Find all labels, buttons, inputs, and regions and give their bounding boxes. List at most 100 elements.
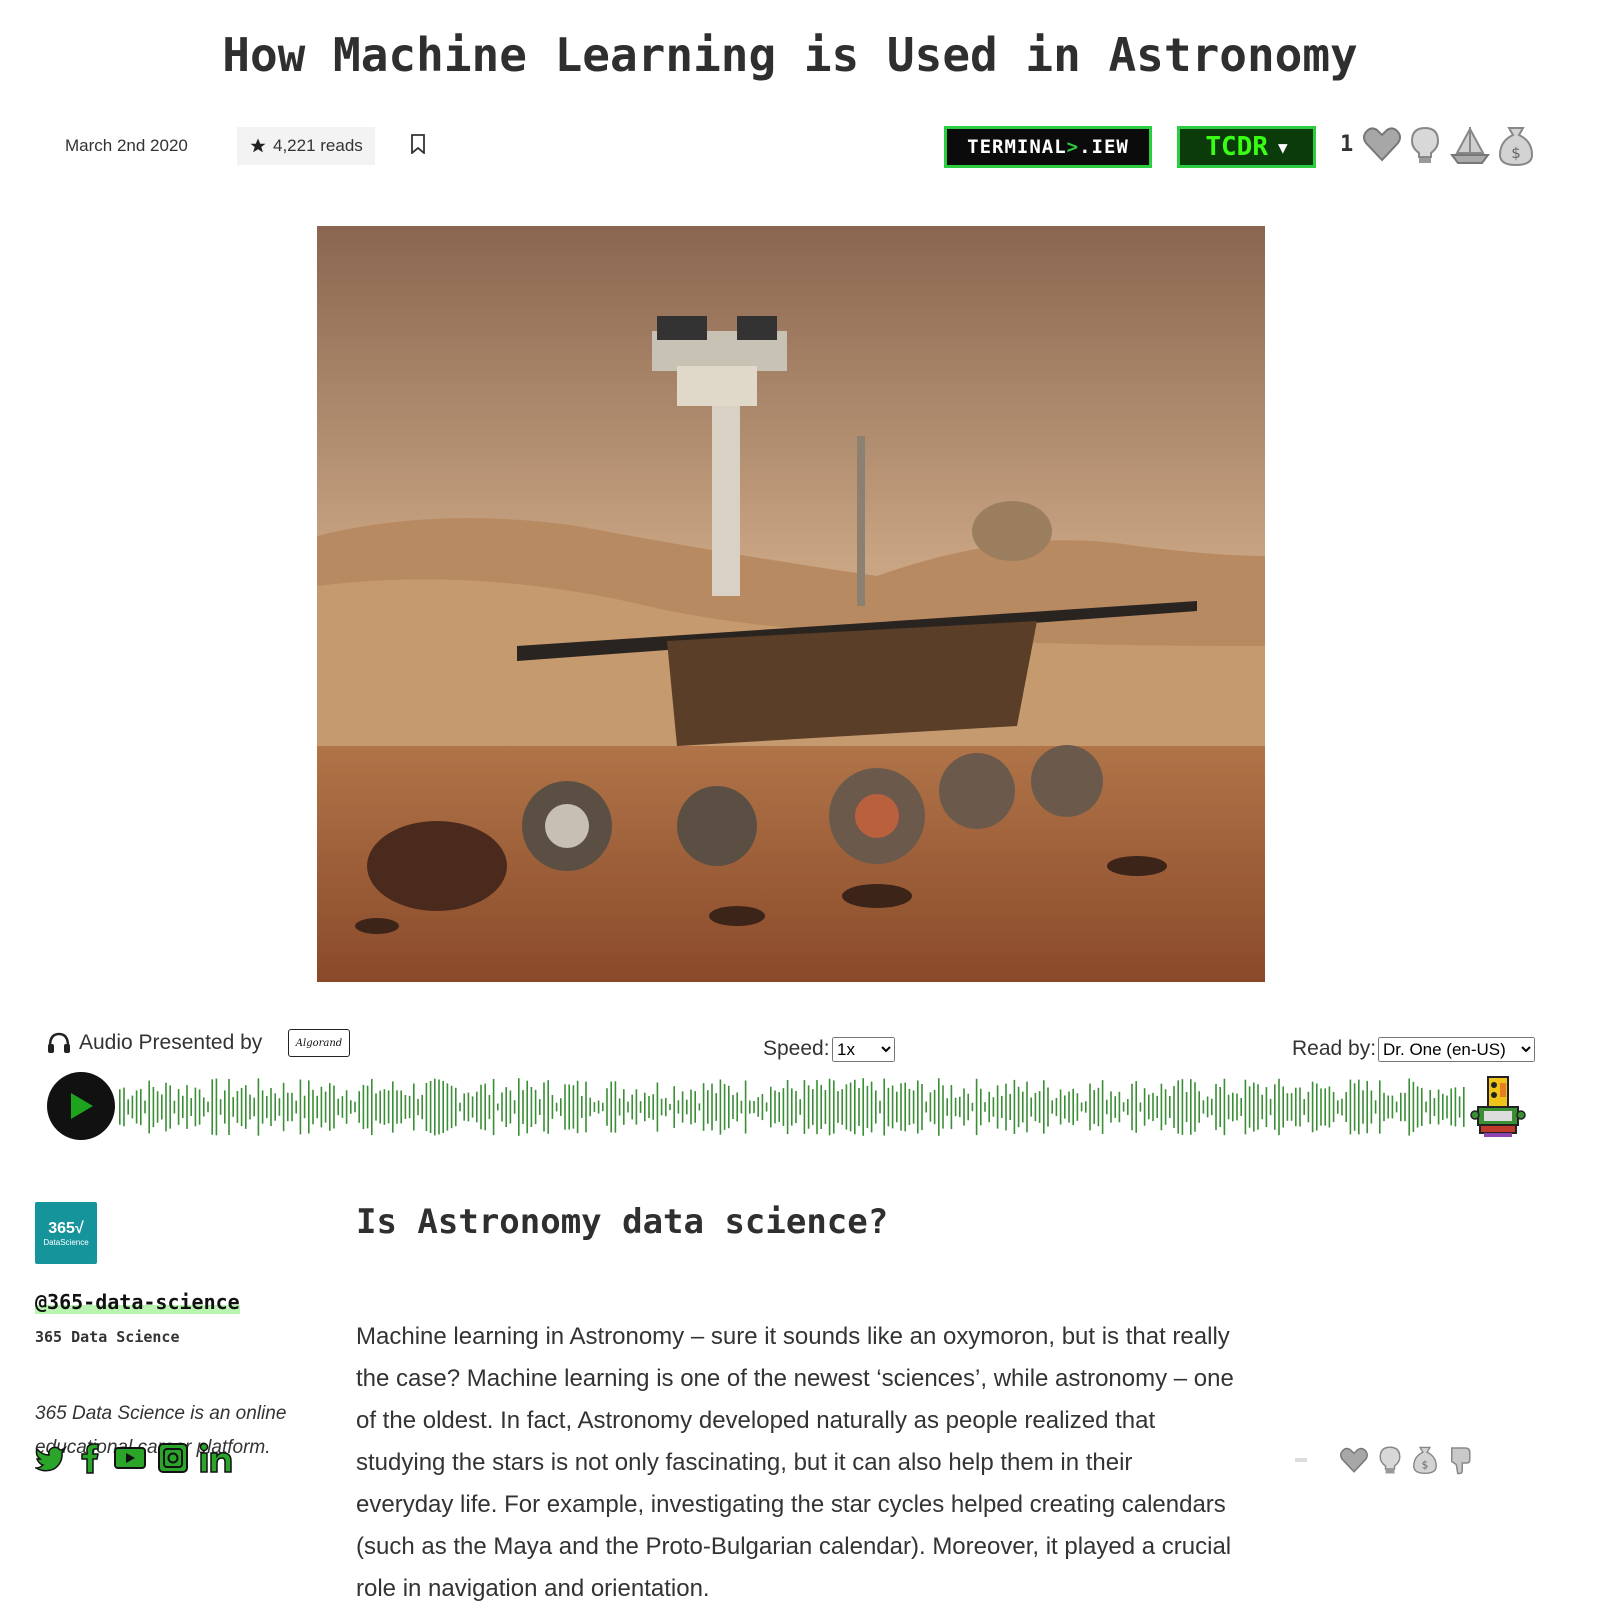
waveform-bar xyxy=(509,1090,512,1124)
waveform-bar xyxy=(1185,1092,1188,1123)
caret-down-icon: ▼ xyxy=(1277,137,1288,157)
waveform-bar xyxy=(278,1098,281,1116)
waveform-bar xyxy=(1383,1092,1385,1122)
instagram-icon[interactable] xyxy=(157,1442,189,1474)
waveform-bar xyxy=(1227,1094,1230,1120)
waveform-bar xyxy=(291,1092,293,1122)
waveform-bar xyxy=(354,1101,356,1113)
waveform-bar xyxy=(740,1100,743,1114)
waveform-bar xyxy=(526,1080,528,1134)
waveform-bar xyxy=(816,1080,818,1135)
speed-select[interactable]: 1x xyxy=(832,1037,895,1062)
waveform-bar xyxy=(757,1097,759,1117)
twitter-icon[interactable] xyxy=(35,1444,67,1472)
waveform-bar xyxy=(463,1093,465,1121)
waveform-bar xyxy=(845,1084,848,1130)
waveform-bar xyxy=(837,1091,839,1123)
waveform-bar xyxy=(1278,1078,1280,1136)
waveform-bar xyxy=(963,1088,965,1126)
youtube-icon[interactable] xyxy=(113,1445,147,1471)
waveform-bar xyxy=(1421,1088,1423,1126)
waveform-bar xyxy=(1219,1087,1221,1127)
money-bag-icon[interactable]: $ xyxy=(1496,125,1536,167)
heart-icon[interactable] xyxy=(1362,125,1402,163)
waveform-bar xyxy=(1164,1089,1167,1125)
waveform-bar xyxy=(589,1097,591,1117)
heart-icon[interactable] xyxy=(1339,1446,1369,1474)
waveform-bar xyxy=(1316,1083,1318,1131)
language-dropdown-button[interactable]: TCDR ▼ xyxy=(1177,126,1316,168)
waveform-bar xyxy=(723,1084,726,1130)
waveform-bar xyxy=(1400,1092,1402,1122)
waveform-bar xyxy=(677,1100,680,1114)
waveform-bar xyxy=(862,1078,864,1136)
waveform-bar xyxy=(1257,1084,1259,1130)
lightbulb-icon[interactable] xyxy=(1408,125,1442,165)
money-bag-icon[interactable]: $ xyxy=(1411,1445,1439,1475)
waveform-bar xyxy=(572,1085,575,1129)
waveform-bar xyxy=(1370,1090,1373,1124)
audio-waveform[interactable] xyxy=(118,1077,1468,1137)
waveform-bar xyxy=(1324,1088,1326,1126)
waveform-bar xyxy=(127,1099,129,1115)
waveform-bar xyxy=(219,1099,222,1115)
waveform-bar xyxy=(1152,1092,1154,1122)
waveform-bar xyxy=(333,1085,335,1129)
waveform-bar xyxy=(1139,1102,1142,1112)
waveform-bar xyxy=(992,1097,995,1117)
waveform-bar xyxy=(249,1094,251,1120)
waveform-bar xyxy=(480,1084,482,1130)
boat-icon[interactable] xyxy=(1450,125,1490,165)
waveform-bar xyxy=(1026,1081,1028,1133)
waveform-bar xyxy=(1374,1100,1377,1114)
terminal-view-button[interactable]: TERMINAL > .IEW xyxy=(944,126,1152,168)
waveform-bar xyxy=(190,1098,192,1116)
waveform-bar xyxy=(539,1099,541,1115)
waveform-bar xyxy=(942,1085,944,1129)
voice-select[interactable]: Dr. One (en-US) xyxy=(1378,1037,1535,1062)
waveform-bar xyxy=(366,1085,369,1129)
waveform-bar xyxy=(707,1090,709,1124)
waveform-bar xyxy=(1211,1098,1213,1116)
waveform-bar xyxy=(1232,1092,1234,1122)
author-avatar[interactable]: 365√ DataScience xyxy=(35,1202,97,1264)
waveform-bar xyxy=(1173,1086,1175,1128)
waveform-bar xyxy=(1122,1102,1125,1112)
waveform-bar xyxy=(711,1083,713,1131)
waveform-bar xyxy=(488,1095,491,1120)
bookmark-icon[interactable] xyxy=(410,134,426,154)
lightbulb-icon[interactable] xyxy=(1377,1445,1403,1475)
waveform-bar xyxy=(1068,1091,1070,1123)
waveform-bar xyxy=(1290,1093,1293,1121)
play-button[interactable] xyxy=(47,1072,115,1140)
waveform-bar xyxy=(694,1091,696,1123)
waveform-bar xyxy=(1169,1096,1171,1118)
waveform-bar xyxy=(938,1078,940,1136)
waveform-bar xyxy=(530,1087,533,1127)
thumbs-down-icon[interactable] xyxy=(1447,1445,1473,1475)
waveform-bar xyxy=(1194,1082,1196,1132)
waveform-bar xyxy=(614,1081,617,1133)
waveform-bar xyxy=(337,1098,339,1116)
svg-text:$: $ xyxy=(1511,144,1521,162)
waveform-bar xyxy=(404,1095,407,1119)
facebook-icon[interactable] xyxy=(77,1442,103,1474)
play-icon xyxy=(71,1093,93,1119)
sponsor-logo[interactable]: Algorand xyxy=(288,1029,350,1057)
linkedin-icon[interactable] xyxy=(199,1442,233,1474)
waveform-bar xyxy=(555,1102,558,1112)
reaction-count: 1 xyxy=(1340,132,1354,157)
waveform-bar xyxy=(173,1100,176,1114)
waveform-bar xyxy=(581,1096,583,1118)
divider xyxy=(1295,1458,1307,1462)
waveform-bar xyxy=(904,1082,906,1132)
waveform-bar xyxy=(1337,1100,1339,1114)
waveform-bar xyxy=(560,1098,562,1116)
waveform-bar xyxy=(1442,1093,1444,1121)
article-title: How Machine Learning is Used in Astronom… xyxy=(222,28,1358,82)
waveform-bar xyxy=(450,1085,453,1129)
reads-label: 4,221 reads xyxy=(273,136,363,155)
author-handle[interactable]: @365-data-science xyxy=(35,1290,240,1314)
waveform-bar xyxy=(564,1084,566,1130)
waveform-bar xyxy=(681,1091,684,1123)
